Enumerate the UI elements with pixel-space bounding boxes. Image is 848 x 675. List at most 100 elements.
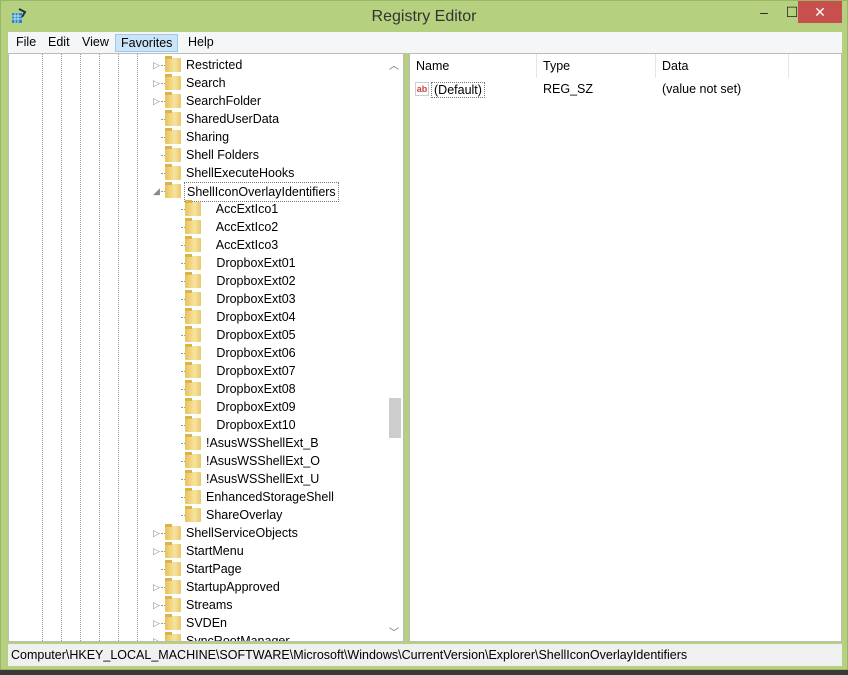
tree-item[interactable]: Sharing	[9, 128, 385, 146]
folder-icon	[185, 236, 201, 252]
menu-favorites[interactable]: Favorites	[115, 34, 179, 52]
collapsed-arrow-icon[interactable]: ▷	[153, 632, 161, 641]
column-header-name[interactable]: Name	[410, 54, 537, 78]
menu-bar: File Edit View Favorites Help	[8, 32, 842, 53]
tree-item-label: !AsusWSShellExt_U	[206, 472, 320, 486]
tree-item[interactable]: DropboxExt05	[9, 326, 385, 344]
folder-icon	[165, 542, 181, 558]
string-value-icon: ab	[415, 82, 429, 96]
folder-icon	[185, 362, 201, 378]
tree-item-label: Streams	[186, 598, 233, 612]
tree-item-label: DropboxExt05	[206, 328, 296, 342]
tree-item[interactable]: SharedUserData	[9, 110, 385, 128]
tree-item[interactable]: DropboxExt10	[9, 416, 385, 434]
folder-icon	[165, 632, 181, 641]
menu-file[interactable]: File	[11, 34, 41, 52]
folder-icon	[165, 578, 181, 594]
folder-icon	[165, 92, 181, 108]
tree-item[interactable]: !AsusWSShellExt_B	[9, 434, 385, 452]
tree-item[interactable]: EnhancedStorageShell	[9, 488, 385, 506]
key-tree[interactable]: ︿ ﹀ ▷ Restricted ▷ Search ▷ SearchFolder Share…	[8, 53, 404, 642]
collapsed-arrow-icon[interactable]: ▷	[153, 614, 161, 632]
tree-item-label: SyncRootManager	[186, 634, 290, 642]
tree-item[interactable]: ▷ SVDEn	[9, 614, 385, 632]
tree-item-label: DropboxExt07	[206, 364, 296, 378]
scrollbar-thumb[interactable]	[389, 398, 401, 438]
tree-item[interactable]: ▷ Restricted	[9, 56, 385, 74]
tree-item[interactable]: ▷ ShellServiceObjects	[9, 524, 385, 542]
tree-item[interactable]: AccExtIco3	[9, 236, 385, 254]
folder-icon	[185, 326, 201, 342]
tree-item-label: ShareOverlay	[206, 508, 283, 522]
tree-item-label: ShellIconOverlayIdentifiers	[184, 182, 339, 202]
tree-item-label: Shell Folders	[186, 148, 259, 162]
tree-item[interactable]: ▷ StartupApproved	[9, 578, 385, 596]
menu-view[interactable]: View	[77, 34, 114, 52]
collapsed-arrow-icon[interactable]: ▷	[153, 74, 161, 92]
tree-item[interactable]: StartPage	[9, 560, 385, 578]
tree-item[interactable]: DropboxExt02	[9, 272, 385, 290]
scroll-up-icon[interactable]: ︿	[389, 57, 399, 72]
tree-item[interactable]: !AsusWSShellExt_O	[9, 452, 385, 470]
tree-item-label: StartMenu	[186, 544, 244, 558]
collapsed-arrow-icon[interactable]: ▷	[153, 56, 161, 74]
tree-item-label: DropboxExt02	[206, 274, 296, 288]
values-list[interactable]: Name Type Data ab (Default) REG_SZ (valu…	[409, 53, 842, 642]
title-bar[interactable]: Registry Editor – ☐ ✕	[1, 1, 847, 33]
tree-item[interactable]: ▷ Streams	[9, 596, 385, 614]
value-name[interactable]: (Default)	[431, 82, 485, 98]
tree-item-label: StartPage	[186, 562, 242, 576]
tree-item-label: AccExtIco3	[206, 238, 279, 252]
tree-item[interactable]: DropboxExt07	[9, 362, 385, 380]
collapsed-arrow-icon[interactable]: ▷	[153, 524, 161, 542]
folder-icon	[165, 164, 181, 180]
folder-icon	[165, 182, 181, 198]
value-type: REG_SZ	[543, 82, 594, 96]
folder-icon	[165, 560, 181, 576]
tree-item-label: DropboxExt09	[206, 400, 296, 414]
collapsed-arrow-icon[interactable]: ▷	[153, 542, 161, 560]
tree-item[interactable]: ▷ SyncRootManager	[9, 632, 385, 642]
tree-item-label: DropboxExt04	[206, 310, 296, 324]
tree-item-label: DropboxExt03	[206, 292, 296, 306]
tree-item[interactable]: DropboxExt09	[9, 398, 385, 416]
tree-item[interactable]: ▷ StartMenu	[9, 542, 385, 560]
tree-item[interactable]: Shell Folders	[9, 146, 385, 164]
collapsed-arrow-icon[interactable]: ▷	[153, 92, 161, 110]
folder-icon	[165, 596, 181, 612]
folder-icon	[185, 290, 201, 306]
menu-edit[interactable]: Edit	[43, 34, 75, 52]
tree-item[interactable]: ▷ Search	[9, 74, 385, 92]
tree-scrollbar[interactable]: ︿ ﹀	[385, 54, 403, 641]
tree-item[interactable]: ◢ ShellIconOverlayIdentifiers	[9, 182, 385, 202]
tree-item-label: Search	[186, 76, 226, 90]
collapsed-arrow-icon[interactable]: ▷	[153, 578, 161, 596]
minimize-button[interactable]: –	[749, 1, 779, 23]
menu-help[interactable]: Help	[183, 34, 219, 52]
tree-item[interactable]: AccExtIco1	[9, 200, 385, 218]
window-title: Registry Editor	[371, 8, 477, 25]
tree-item[interactable]: ShareOverlay	[9, 506, 385, 524]
tree-item[interactable]: DropboxExt04	[9, 308, 385, 326]
tree-item-label: SearchFolder	[186, 94, 262, 108]
tree-item[interactable]: AccExtIco2	[9, 218, 385, 236]
column-header-data[interactable]: Data	[656, 54, 789, 78]
scroll-down-icon[interactable]: ﹀	[389, 624, 399, 639]
tree-item[interactable]: !AsusWSShellExt_U	[9, 470, 385, 488]
tree-item[interactable]: ▷ SearchFolder	[9, 92, 385, 110]
folder-icon	[165, 74, 181, 90]
close-button[interactable]: ✕	[798, 1, 842, 23]
column-header-type[interactable]: Type	[537, 54, 656, 78]
tree-item[interactable]: DropboxExt03	[9, 290, 385, 308]
folder-icon	[185, 452, 201, 468]
collapsed-arrow-icon[interactable]: ▷	[153, 596, 161, 614]
tree-item[interactable]: ShellExecuteHooks	[9, 164, 385, 182]
status-bar-path: Computer\HKEY_LOCAL_MACHINE\SOFTWARE\Mic…	[8, 644, 842, 666]
tree-item[interactable]: DropboxExt08	[9, 380, 385, 398]
tree-item-label: DropboxExt08	[206, 382, 296, 396]
tree-item[interactable]: DropboxExt06	[9, 344, 385, 362]
tree-item[interactable]: DropboxExt01	[9, 254, 385, 272]
expanded-arrow-icon[interactable]: ◢	[153, 182, 161, 200]
folder-icon	[165, 524, 181, 540]
folder-icon	[165, 128, 181, 144]
